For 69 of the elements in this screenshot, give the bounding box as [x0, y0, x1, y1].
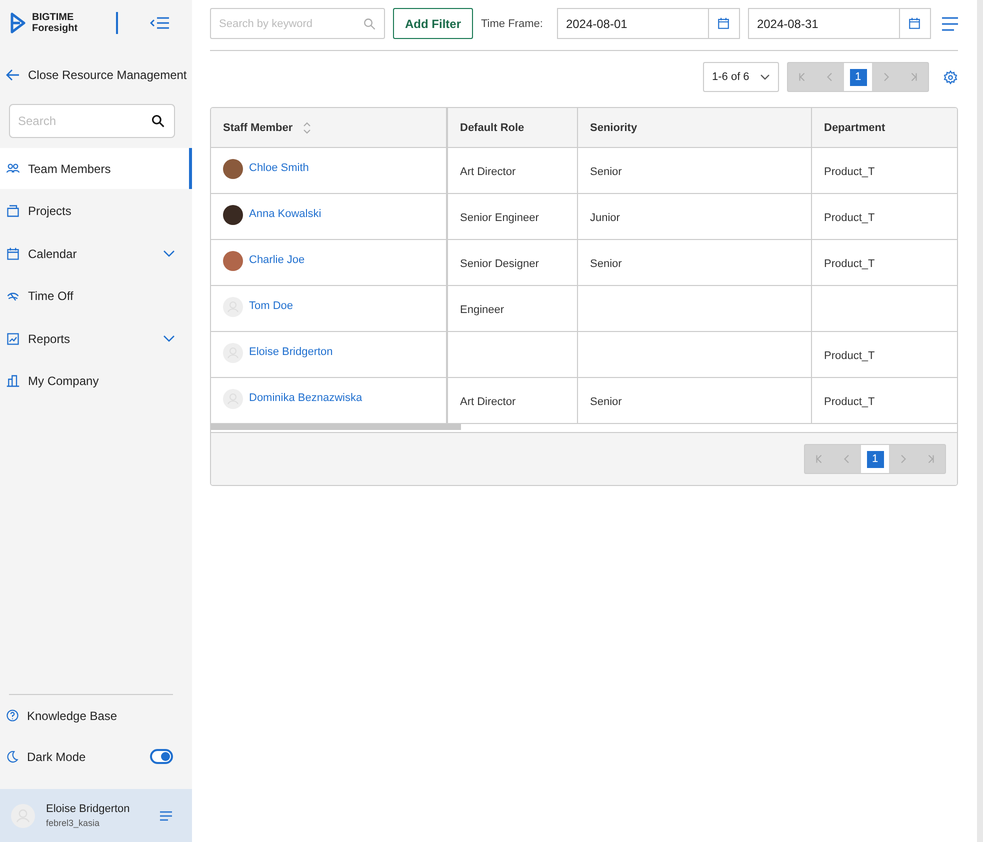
- staff-name-link[interactable]: Charlie Joe: [249, 254, 305, 266]
- menu-icon[interactable]: [160, 810, 172, 820]
- column-header: Staff Member: [223, 122, 293, 134]
- collapse-menu-icon[interactable]: [150, 16, 170, 30]
- nav-item[interactable]: Projects: [0, 190, 192, 232]
- menu-icon[interactable]: [942, 16, 958, 30]
- settings-button[interactable]: [943, 70, 958, 84]
- staff-name-link[interactable]: Dominika Beznazwiska: [249, 392, 362, 404]
- page-range-dropdown[interactable]: 1-6 of 6: [703, 62, 779, 92]
- time-frame-label: Time Frame:: [481, 18, 543, 30]
- moon-icon: [6, 750, 19, 763]
- dark-mode-toggle[interactable]: [150, 749, 173, 764]
- logo-icon: [10, 12, 26, 34]
- table-cell-text: Art Director: [460, 394, 516, 408]
- search-icon: [363, 17, 376, 30]
- column-header: Seniority: [590, 122, 638, 134]
- chevron-down-icon: [163, 250, 175, 258]
- staff-name-link[interactable]: Chloe Smith: [249, 162, 309, 174]
- chevron-down-icon: [163, 334, 175, 342]
- keyword-search-field[interactable]: Search by keyword: [210, 8, 385, 39]
- help-icon: [6, 709, 19, 722]
- user-handle: febrel3_kasia: [46, 818, 101, 828]
- table-cell-text: Junior: [590, 210, 620, 224]
- folder-icon: [6, 204, 20, 218]
- table-cell-text: Art Director: [460, 164, 516, 178]
- sort-icon[interactable]: [302, 122, 311, 134]
- page-number-button[interactable]: 1: [861, 445, 889, 473]
- avatar-placeholder-icon: [223, 296, 243, 316]
- building-icon: [6, 374, 20, 388]
- chevron-down-icon: [760, 74, 770, 80]
- chart-icon: [6, 332, 20, 346]
- table-cell-text: Engineer: [460, 302, 504, 316]
- staff-name-link[interactable]: Eloise Bridgerton: [249, 346, 333, 358]
- table-cell-text: Product_T: [824, 164, 875, 178]
- nav-item[interactable]: My Company: [0, 360, 192, 402]
- nav-item[interactable]: Time Off: [0, 276, 192, 316]
- staff-name-link[interactable]: Tom Doe: [249, 300, 294, 312]
- nav-item[interactable]: Calendar: [0, 233, 192, 274]
- table-cell-text: Product_T: [824, 348, 875, 362]
- brand-name: BIGTIME Foresight: [32, 12, 78, 34]
- add-filter-button[interactable]: Add Filter: [393, 8, 473, 39]
- avatar-placeholder-icon: [223, 342, 243, 362]
- table-cell-text: Senior Engineer: [460, 210, 539, 224]
- calendar-icon: [6, 246, 20, 260]
- table-cell-text: Senior Designer: [460, 256, 539, 270]
- search-field[interactable]: Search: [9, 104, 175, 138]
- nav-item[interactable]: Reports: [0, 318, 192, 359]
- table-cell-text: Product_T: [824, 394, 875, 408]
- people-icon: [6, 162, 20, 176]
- avatar-placeholder-icon: [223, 388, 243, 408]
- table-cell-text: Senior: [590, 164, 622, 178]
- table-cell-text: Product_T: [824, 210, 875, 224]
- table-cell-text: Senior: [590, 394, 622, 408]
- column-header: Department: [824, 122, 886, 134]
- nav-item[interactable]: Team Members: [0, 148, 192, 189]
- user-name: Eloise Bridgerton: [46, 803, 131, 815]
- staff-name-link[interactable]: Anna Kowalski: [249, 208, 322, 220]
- calendar-icon: [717, 17, 730, 30]
- arrow-left-icon: [6, 69, 20, 81]
- column-header-cell[interactable]: Staff Member: [211, 108, 446, 147]
- calendar-icon: [908, 17, 922, 30]
- table-cell-text: Product_T: [824, 256, 875, 270]
- search-icon: [151, 114, 165, 128]
- back-link[interactable]: Close Resource Management: [6, 56, 192, 94]
- dark-mode-label: Dark Mode: [27, 750, 86, 764]
- column-header: Default Role: [460, 122, 524, 134]
- page-number-button[interactable]: 1: [844, 63, 872, 91]
- table-cell-text: Senior: [590, 256, 622, 270]
- knowledge-base-link[interactable]: Knowledge Base: [0, 695, 192, 736]
